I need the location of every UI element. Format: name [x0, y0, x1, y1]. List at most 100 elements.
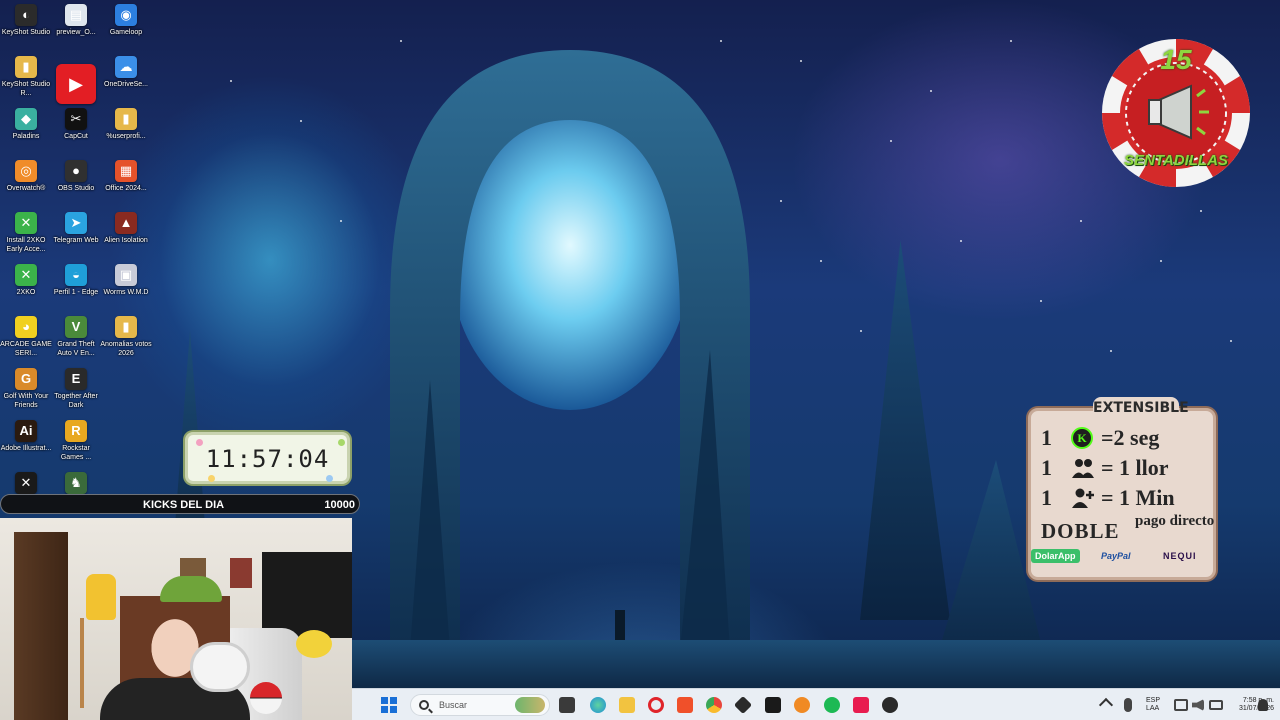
desktop-icon[interactable]: ✂ CapCut [50, 108, 102, 141]
spotify-icon[interactable] [824, 697, 840, 713]
desktop-icon-label: Worms W.M.D [103, 289, 149, 296]
tiktok-icon[interactable] [853, 697, 869, 713]
desktop-icon[interactable]: ✕ 2XKO [0, 264, 52, 297]
desktop-icon[interactable]: ▮ %userprofi... [100, 108, 152, 141]
network-icon[interactable] [1174, 699, 1188, 711]
desktop-icon[interactable]: ✕ Install 2XKO Early Acce... [0, 212, 52, 254]
tray-overflow-icon[interactable] [1098, 697, 1114, 713]
gta-icon: V [65, 316, 87, 338]
kicks-goal-bar: KICKS DEL DIA 10000 [0, 494, 360, 514]
desktop-icon[interactable]: ◒ Perfil 1 - Edge [50, 264, 102, 297]
folder-icon: ▮ [115, 108, 137, 130]
desktop-icon[interactable]: ▶ [50, 56, 102, 104]
squats-count: 15 [1160, 44, 1192, 75]
desktop-icon[interactable]: V Grand Theft Auto V En... [50, 316, 102, 358]
desktop-icon-label: Install 2XKO Early Acce... [6, 237, 46, 253]
rule-value: = 1 Min [1101, 485, 1175, 510]
overwatch-icon: ◎ [15, 160, 37, 182]
desktop-icon[interactable]: ▦ Office 2024... [100, 160, 152, 193]
desktop-icon[interactable]: E Together After Dark [50, 368, 102, 410]
folder-icon: ▮ [115, 316, 137, 338]
desktop-icon-label: Office 2024... [105, 185, 147, 192]
group-icon [1071, 457, 1094, 479]
desktop-icon-label: Anomalias votos 2026 [100, 341, 152, 357]
desktop-icon[interactable]: ▲ Alien Isolation [100, 212, 152, 245]
rule-value: = 1 llor [1101, 455, 1169, 480]
timer-decoration-dot [326, 475, 333, 482]
taskbar-search[interactable]: Buscar [410, 694, 550, 716]
desktop-icon[interactable]: ▮ Anomalias votos 2026 [100, 316, 152, 358]
search-icon [419, 700, 429, 710]
illustrator-icon: Ai [15, 420, 37, 442]
desktop-icon-label: Golf With Your Friends [3, 393, 49, 409]
kicks-count: 10000 [324, 499, 355, 511]
rockstar-icon: R [65, 420, 87, 442]
clock-date: 31/07/2026 [1238, 705, 1274, 712]
desktop-icon-label: Telegram Web [53, 237, 99, 244]
blender-icon[interactable] [794, 697, 810, 713]
notification-bell-icon[interactable] [1258, 699, 1268, 711]
opera-icon[interactable] [648, 697, 664, 713]
worms-icon: ▣ [115, 264, 137, 286]
arcade-icon: ◕ [15, 316, 37, 338]
webcam-plushie [296, 630, 332, 658]
desktop-icon-label: Grand Theft Auto V En... [57, 341, 95, 357]
windows-taskbar: Buscar ESP LAA 7:58 p. m. 31/07/2026 [352, 688, 1280, 720]
golf-icon: G [15, 368, 37, 390]
search-placeholder: Buscar [439, 700, 468, 710]
rule-quantity: 1 [1041, 485, 1052, 510]
paypal-badge: PayPal [1101, 551, 1131, 561]
language-code: ESP [1146, 697, 1161, 704]
desktop-icon[interactable]: ▣ Worms W.M.D [100, 264, 152, 297]
desktop-icon[interactable]: ▮ KeyShot Studio R... [0, 56, 52, 98]
start-button[interactable] [381, 697, 397, 713]
alien-isolation-icon: ▲ [115, 212, 137, 234]
desktop-icon-label: Rockstar Games ... [60, 445, 92, 461]
task-view-icon[interactable] [559, 697, 575, 713]
kicks-title: KICKS DEL DIA [143, 499, 225, 511]
desktop-icon[interactable]: ☁ OneDriveSe... [100, 56, 152, 89]
epic-games-icon[interactable] [765, 697, 781, 713]
battery-icon[interactable] [1209, 700, 1223, 710]
desktop-icon[interactable]: ◆ Paladins [0, 108, 52, 141]
desktop-icon-label: CapCut [64, 133, 88, 140]
webcam-pokeball [250, 682, 282, 714]
desktop-icon[interactable]: G Golf With Your Friends [0, 368, 52, 410]
desktop-icon[interactable]: ◉ Gameloop [100, 4, 152, 37]
webcam-frame [230, 558, 252, 588]
desktop-icon-label: Perfil 1 - Edge [53, 289, 99, 296]
webcam-feed [0, 518, 352, 720]
brawlhalla-icon: ♞ [65, 472, 87, 494]
desktop-icon-label: Paladins [12, 133, 40, 140]
file-explorer-icon[interactable] [619, 697, 635, 713]
webcam-microphone [190, 642, 250, 692]
desktop-icon[interactable]: Ai Adobe Illustrat... [0, 420, 52, 453]
desktop-icon-label: Alien Isolation [104, 237, 148, 244]
desktop-icon[interactable]: ➤ Telegram Web [50, 212, 102, 245]
telegram-icon: ➤ [65, 212, 87, 234]
language-indicator[interactable]: ESP LAA [1146, 697, 1160, 713]
timer-value: 11:57:04 [205, 445, 330, 473]
desktop-icon[interactable]: R Rockstar Games ... [50, 420, 102, 462]
desktop-icon-label: Adobe Illustrat... [0, 445, 52, 452]
desktop-icon-label: KeyShot Studio [1, 29, 51, 36]
edge-icon[interactable] [590, 697, 606, 713]
brave-icon[interactable] [677, 697, 693, 713]
chrome-icon[interactable] [706, 697, 722, 713]
stream-timer-widget: 11:57:04 [185, 432, 350, 484]
kick-icon: K [1071, 427, 1093, 449]
desktop-icon[interactable]: ● OBS Studio [50, 160, 102, 193]
microphone-icon[interactable] [1124, 698, 1132, 712]
search-highlight-badge [515, 697, 545, 713]
desktop-icon[interactable]: ◐ KeyShot Studio [0, 4, 52, 37]
unity-icon[interactable] [733, 695, 753, 715]
subathon-rules-card: EXTENSIBLE 1 K =2 seg 1 = 1 llor 1 = 1 M… [1028, 397, 1216, 580]
desktop-icon[interactable]: ◎ Overwatch® [0, 160, 52, 193]
desktop-icon[interactable]: ▤ preview_O... [50, 4, 102, 37]
volume-icon[interactable] [1192, 699, 1204, 711]
payment-methods: DolarApp PayPal NEQUI [1031, 549, 1213, 565]
capcut-icon: ✂ [65, 108, 87, 130]
desktop-icon[interactable]: ◕ ARCADE GAME SERI... [0, 316, 52, 358]
onedrive-icon: ☁ [115, 56, 137, 78]
chat-app-icon[interactable] [882, 697, 898, 713]
